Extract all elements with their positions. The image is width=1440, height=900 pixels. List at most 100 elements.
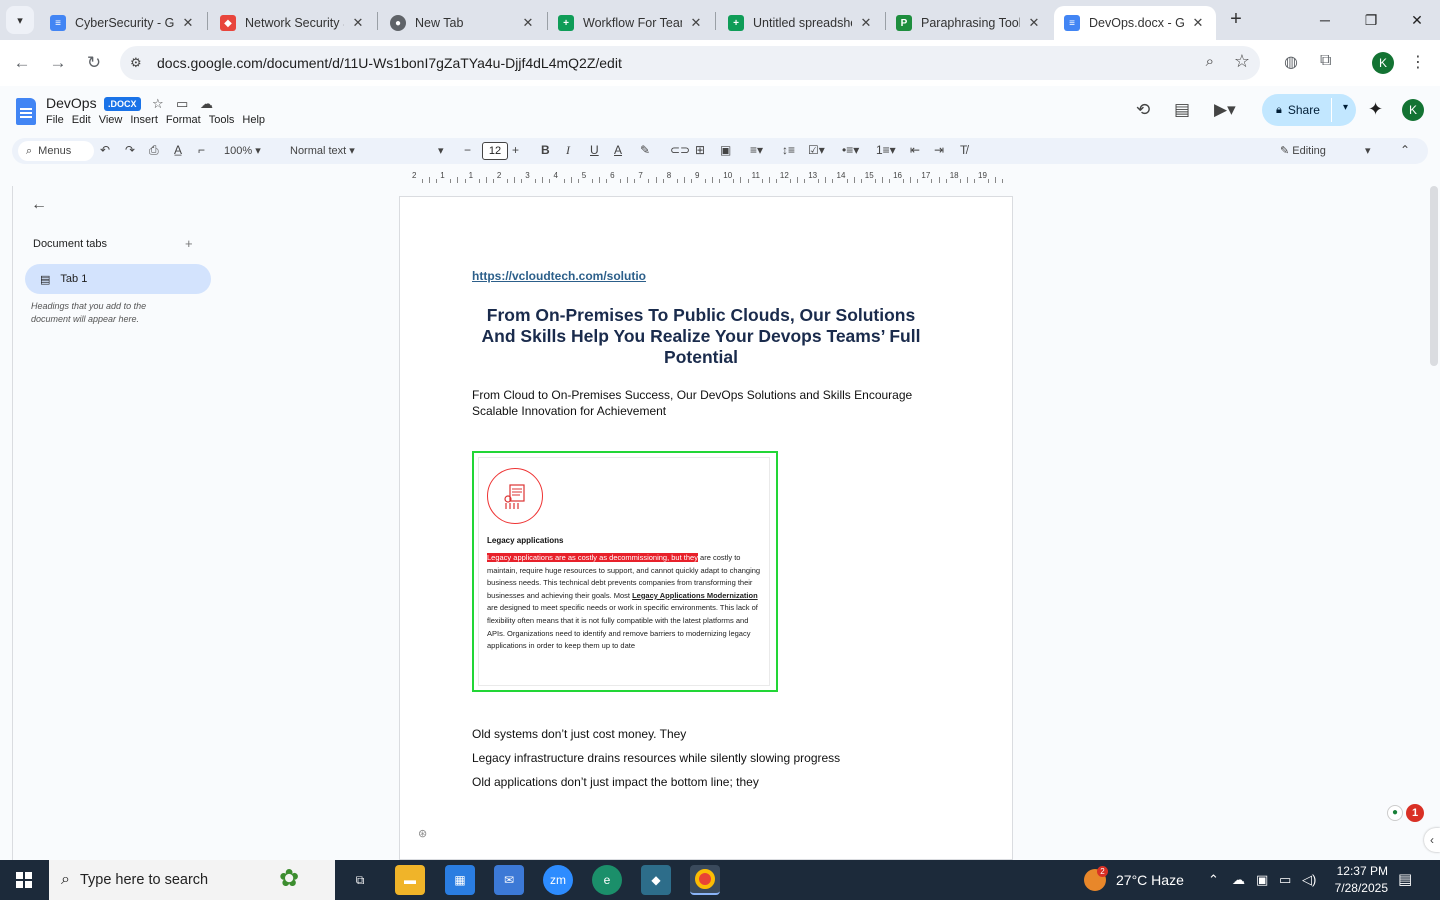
new-tab-button[interactable]: + — [1224, 8, 1248, 32]
site-info-icon[interactable]: ⚙ — [130, 55, 142, 71]
version-history-icon[interactable]: ⟲ — [1136, 100, 1150, 120]
checklist-icon[interactable]: ☑▾ — [808, 143, 825, 157]
cloud-tray-icon[interactable]: ☁ — [1232, 872, 1245, 888]
add-tab-button[interactable]: + — [185, 236, 193, 251]
move-folder-icon[interactable]: ▭ — [176, 96, 188, 112]
editing-mode-select[interactable]: ✎ Editing ▾ — [1280, 144, 1371, 157]
browser-tab[interactable]: P Paraphrasing Tool ✕ — [886, 6, 1052, 40]
menu-view[interactable]: View — [99, 114, 123, 126]
taskbar-clock[interactable]: 12:37 PM 7/28/2025 — [1328, 863, 1388, 897]
forward-arrow-icon[interactable]: → — [46, 51, 70, 75]
taskbar-search[interactable]: ⌕ Type here to search ✿ — [49, 860, 335, 900]
menu-format[interactable]: Format — [166, 114, 201, 126]
file-explorer-icon[interactable]: ▬ — [395, 865, 425, 895]
back-arrow-icon[interactable]: ← — [31, 196, 47, 214]
menu-file[interactable]: File — [46, 114, 64, 126]
close-icon[interactable]: ✕ — [688, 15, 704, 31]
bulleted-list-icon[interactable]: •≡▾ — [842, 143, 859, 157]
action-center-icon[interactable]: ▤ — [1398, 870, 1412, 888]
document-page[interactable]: https://vcloudtech.com/solutio From On-P… — [399, 196, 1013, 860]
task-view-icon[interactable]: ⧉ — [345, 865, 375, 895]
insert-image-icon[interactable]: ▣ — [720, 143, 731, 157]
line-spacing-icon[interactable]: ↕≡ — [782, 143, 795, 157]
font-size-input[interactable]: 12 — [482, 142, 508, 160]
redo-icon[interactable]: ↷ — [125, 143, 135, 157]
browser-tab-active[interactable]: ≡ DevOps.docx - Go ✕ — [1054, 6, 1216, 40]
horizontal-ruler[interactable]: 2 1 1 2 3 4 5 6 7 8 9 10 11 12 13 14 15 16 17 18 19 — [400, 170, 1012, 184]
highlight-icon[interactable]: ✎ — [640, 143, 650, 157]
close-icon[interactable]: ✕ — [1190, 15, 1206, 31]
document-paragraph[interactable]: Old applications don’t just impact the b… — [472, 775, 759, 789]
edge-icon[interactable]: e — [592, 865, 622, 895]
spellcheck-icon[interactable]: A̲ — [174, 143, 182, 157]
document-paragraph[interactable]: Old systems don’t just cost money. They — [472, 727, 686, 741]
menu-insert[interactable]: Insert — [130, 114, 158, 126]
app-diamond-icon[interactable]: ◆ — [641, 865, 671, 895]
align-icon[interactable]: ≡▾ — [750, 143, 763, 157]
undo-icon[interactable]: ↶ — [100, 143, 110, 157]
search-menus-input[interactable]: ⌕ Menus — [18, 141, 94, 161]
profile-avatar[interactable]: K — [1372, 52, 1394, 74]
close-icon[interactable]: ✕ — [350, 15, 366, 31]
tab-search-button[interactable]: ▾ — [6, 6, 34, 34]
menu-edit[interactable]: Edit — [72, 114, 91, 126]
extensions-puzzle-icon[interactable]: ⧉ — [1320, 52, 1331, 70]
close-icon[interactable]: ✕ — [1026, 15, 1042, 31]
network-icon[interactable]: ▭ — [1279, 872, 1291, 888]
star-icon[interactable]: ☆ — [152, 96, 164, 112]
browser-tab[interactable]: ≡ CyberSecurity - Go ✕ — [40, 6, 206, 40]
cloud-status-icon[interactable]: ☁ — [200, 96, 213, 112]
menu-tools[interactable]: Tools — [209, 114, 235, 126]
store-icon[interactable]: ▦ — [445, 865, 475, 895]
link-icon[interactable]: ⊂⊃ — [670, 143, 690, 157]
zoom-icon[interactable]: ⌕ — [1206, 53, 1214, 70]
share-button[interactable]: 🔒︎ Share ▾ — [1262, 94, 1356, 126]
increase-font-icon[interactable]: + — [512, 143, 519, 157]
chrome-taskbar-icon[interactable] — [690, 865, 720, 895]
underline-icon[interactable]: U — [590, 143, 599, 157]
numbered-list-icon[interactable]: 1≡▾ — [876, 143, 896, 157]
smart-compose-icon[interactable]: ⊛ — [418, 827, 427, 840]
start-button[interactable] — [0, 860, 48, 900]
document-title[interactable]: DevOps — [46, 95, 97, 111]
close-icon[interactable]: ✕ — [520, 15, 536, 31]
side-panel-toggle[interactable]: ‹ — [1424, 828, 1440, 852]
document-tab-1[interactable]: ▤ Tab 1 — [25, 264, 211, 294]
zoom-app-icon[interactable]: zm — [543, 865, 573, 895]
print-icon[interactable]: ⎙ — [149, 143, 159, 158]
italic-icon[interactable]: I — [566, 143, 570, 158]
notification-widget[interactable]: ● 1 — [1387, 804, 1427, 823]
browser-tab[interactable]: + Untitled spreadshe ✕ — [718, 6, 884, 40]
collapse-toolbar-icon[interactable]: ⌃ — [1400, 143, 1410, 157]
clear-formatting-icon[interactable]: T̸ — [960, 143, 967, 157]
gemini-sparkle-icon[interactable]: ✦ — [1368, 99, 1383, 120]
meet-video-icon[interactable]: ▶▾ — [1214, 100, 1236, 120]
style-select[interactable]: Normal text ▾ — [290, 144, 355, 157]
menu-help[interactable]: Help — [242, 114, 265, 126]
back-arrow-icon[interactable]: ← — [10, 51, 34, 75]
show-hidden-icons[interactable]: ⌃ — [1208, 872, 1219, 888]
close-icon[interactable]: ✕ — [858, 15, 874, 31]
mail-icon[interactable]: ✉ — [494, 865, 524, 895]
increase-indent-icon[interactable]: ⇥ — [934, 143, 944, 157]
embedded-image-selected[interactable]: Legacy applications Legacy applications … — [472, 451, 778, 692]
browser-tab[interactable]: ● New Tab ✕ — [380, 6, 546, 40]
paint-format-icon[interactable]: ⌐ — [198, 143, 205, 157]
browser-tab[interactable]: ◆ Network Security S ✕ — [210, 6, 376, 40]
chevron-down-icon[interactable]: ▾ — [1343, 102, 1348, 113]
font-select[interactable]: ▾ — [438, 144, 444, 157]
text-color-icon[interactable]: A — [614, 143, 622, 157]
close-icon[interactable]: ✕ — [180, 15, 196, 31]
vpn-extension-icon[interactable]: ◍ — [1284, 52, 1298, 72]
minimize-button[interactable]: ─ — [1302, 0, 1348, 40]
security-tray-icon[interactable]: ▣ — [1256, 872, 1268, 888]
document-heading[interactable]: From On-Premises To Public Clouds, Our S… — [472, 305, 930, 368]
comments-icon[interactable]: ▤ — [1174, 100, 1190, 120]
restore-button[interactable]: ❐ — [1348, 0, 1394, 40]
address-bar[interactable]: ⚙ docs.google.com/document/d/11U-Ws1bonI… — [120, 46, 1260, 80]
zoom-select[interactable]: 100% ▾ — [224, 144, 261, 157]
docs-logo-icon[interactable] — [16, 98, 36, 125]
add-comment-icon[interactable]: ⊞ — [695, 143, 705, 157]
reload-icon[interactable]: ↻ — [82, 51, 106, 75]
bookmark-star-icon[interactable]: ☆ — [1234, 51, 1250, 72]
